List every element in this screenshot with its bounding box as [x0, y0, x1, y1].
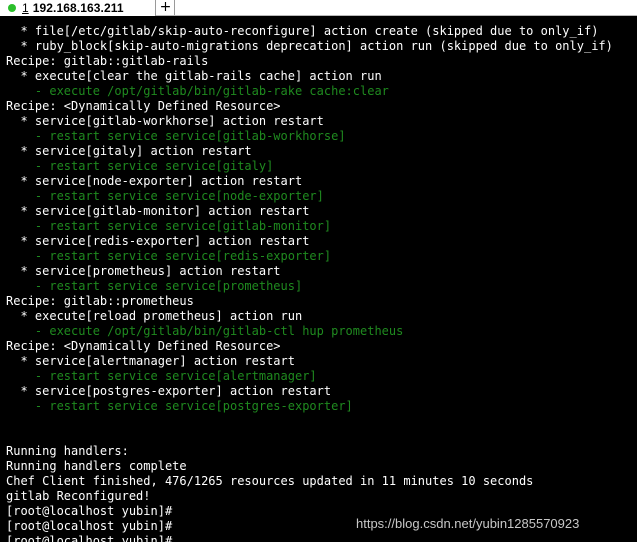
terminal-line: [root@localhost yubin]# — [6, 534, 637, 542]
terminal-line-text: - restart service service[gitaly] — [6, 159, 274, 173]
terminal-window: 1 192.168.163.211 + * file[/etc/gitlab/s… — [0, 0, 637, 542]
terminal-line-text: Recipe: gitlab::gitlab-rails — [6, 54, 209, 68]
terminal-line-text: Recipe: gitlab::prometheus — [6, 294, 194, 308]
terminal-line-text: - restart service service[gitlab-workhor… — [6, 129, 346, 143]
terminal-line: Recipe: <Dynamically Defined Resource> — [6, 99, 637, 114]
terminal-line-text: - restart service service[redis-exporter… — [6, 249, 332, 263]
terminal-line: * service[alertmanager] action restart — [6, 354, 637, 369]
terminal-output[interactable]: * file[/etc/gitlab/skip-auto-reconfigure… — [0, 24, 637, 542]
terminal-line-text: Running handlers: — [6, 444, 129, 458]
terminal-line: Recipe: <Dynamically Defined Resource> — [6, 339, 637, 354]
terminal-line-detail: - restart service service[node-exporter] — [6, 189, 637, 204]
terminal-line-detail: - restart service service[alertmanager] — [6, 369, 637, 384]
terminal-line: * ruby_block[skip-auto-migrations deprec… — [6, 39, 637, 54]
terminal-line-detail: - execute /opt/gitlab/bin/gitlab-ctl hup… — [6, 324, 637, 339]
terminal-line: Running handlers: — [6, 444, 637, 459]
terminal-line-text: * execute[clear the gitlab-rails cache] … — [6, 69, 382, 83]
terminal-line-text: - restart service service[gitlab-monitor… — [6, 219, 332, 233]
terminal-line-text: [root@localhost yubin]# — [6, 519, 173, 533]
terminal-line-text: Recipe: <Dynamically Defined Resource> — [6, 99, 281, 113]
tab-bar: 1 192.168.163.211 + — [0, 0, 637, 16]
terminal-line-text: - restart service service[alertmanager] — [6, 369, 317, 383]
terminal-line: * execute[clear the gitlab-rails cache] … — [6, 69, 637, 84]
terminal-line: * service[gitaly] action restart — [6, 144, 637, 159]
terminal-line-detail: - restart service service[gitlab-monitor… — [6, 219, 637, 234]
terminal-line: * service[gitlab-monitor] action restart — [6, 204, 637, 219]
terminal-line-text: - restart service service[prometheus] — [6, 279, 303, 293]
terminal-line-detail: - restart service service[prometheus] — [6, 279, 637, 294]
new-tab-button[interactable]: + — [157, 0, 175, 15]
terminal-line-text: Running handlers complete — [6, 459, 187, 473]
terminal-line: * service[gitlab-workhorse] action resta… — [6, 114, 637, 129]
connection-status-icon — [8, 4, 16, 12]
terminal-line-text: * file[/etc/gitlab/skip-auto-reconfigure… — [6, 24, 599, 38]
terminal-line-text: - restart service service[postgres-expor… — [6, 399, 353, 413]
terminal-line-text: [root@localhost yubin]# — [6, 504, 173, 518]
terminal-line-text: * service[gitlab-workhorse] action resta… — [6, 114, 324, 128]
terminal-line: * service[node-exporter] action restart — [6, 174, 637, 189]
terminal-line-text: - execute /opt/gitlab/bin/gitlab-ctl hup… — [6, 324, 404, 338]
terminal-line-text: * service[node-exporter] action restart — [6, 174, 303, 188]
terminal-line-detail: - restart service service[redis-exporter… — [6, 249, 637, 264]
terminal-line: gitlab Reconfigured! — [6, 489, 637, 504]
terminal-line: * execute[reload prometheus] action run — [6, 309, 637, 324]
terminal-line-text: [root@localhost yubin]# — [6, 534, 173, 542]
terminal-line-text: * ruby_block[skip-auto-migrations deprec… — [6, 39, 613, 53]
watermark: https://blog.csdn.net/yubin1285570923 — [356, 516, 580, 531]
terminal-line-text: * service[redis-exporter] action restart — [6, 234, 310, 248]
terminal-line: Running handlers complete — [6, 459, 637, 474]
terminal-line-text: gitlab Reconfigured! — [6, 489, 151, 503]
terminal-line-text: * execute[reload prometheus] action run — [6, 309, 303, 323]
terminal-line-detail: - restart service service[gitlab-workhor… — [6, 129, 637, 144]
terminal-line: * file[/etc/gitlab/skip-auto-reconfigure… — [6, 24, 637, 39]
terminal-line-detail: - restart service service[gitaly] — [6, 159, 637, 174]
terminal-line: Chef Client finished, 476/1265 resources… — [6, 474, 637, 489]
terminal-line-text: - restart service service[node-exporter] — [6, 189, 324, 203]
terminal-line: * service[prometheus] action restart — [6, 264, 637, 279]
tab-number: 1 — [22, 1, 29, 15]
session-tab[interactable]: 1 192.168.163.211 — [0, 0, 156, 16]
terminal-line-text: Recipe: <Dynamically Defined Resource> — [6, 339, 281, 353]
terminal-line-text: - execute /opt/gitlab/bin/gitlab-rake ca… — [6, 84, 389, 98]
terminal-line-text: * service[prometheus] action restart — [6, 264, 281, 278]
tab-label: 192.168.163.211 — [32, 1, 124, 15]
terminal-line-detail: - restart service service[postgres-expor… — [6, 399, 637, 414]
terminal-line-text: * service[alertmanager] action restart — [6, 354, 295, 368]
terminal-line-text: Chef Client finished, 476/1265 resources… — [6, 474, 534, 488]
terminal-line-detail: - execute /opt/gitlab/bin/gitlab-rake ca… — [6, 84, 637, 99]
terminal-line: Recipe: gitlab::prometheus — [6, 294, 637, 309]
terminal-line: * service[redis-exporter] action restart — [6, 234, 637, 249]
terminal-line: * service[postgres-exporter] action rest… — [6, 384, 637, 399]
terminal-line-text: * service[postgres-exporter] action rest… — [6, 384, 332, 398]
terminal-line: Recipe: gitlab::gitlab-rails — [6, 54, 637, 69]
terminal-line-text: * service[gitlab-monitor] action restart — [6, 204, 310, 218]
terminal-line-text: * service[gitaly] action restart — [6, 144, 252, 158]
